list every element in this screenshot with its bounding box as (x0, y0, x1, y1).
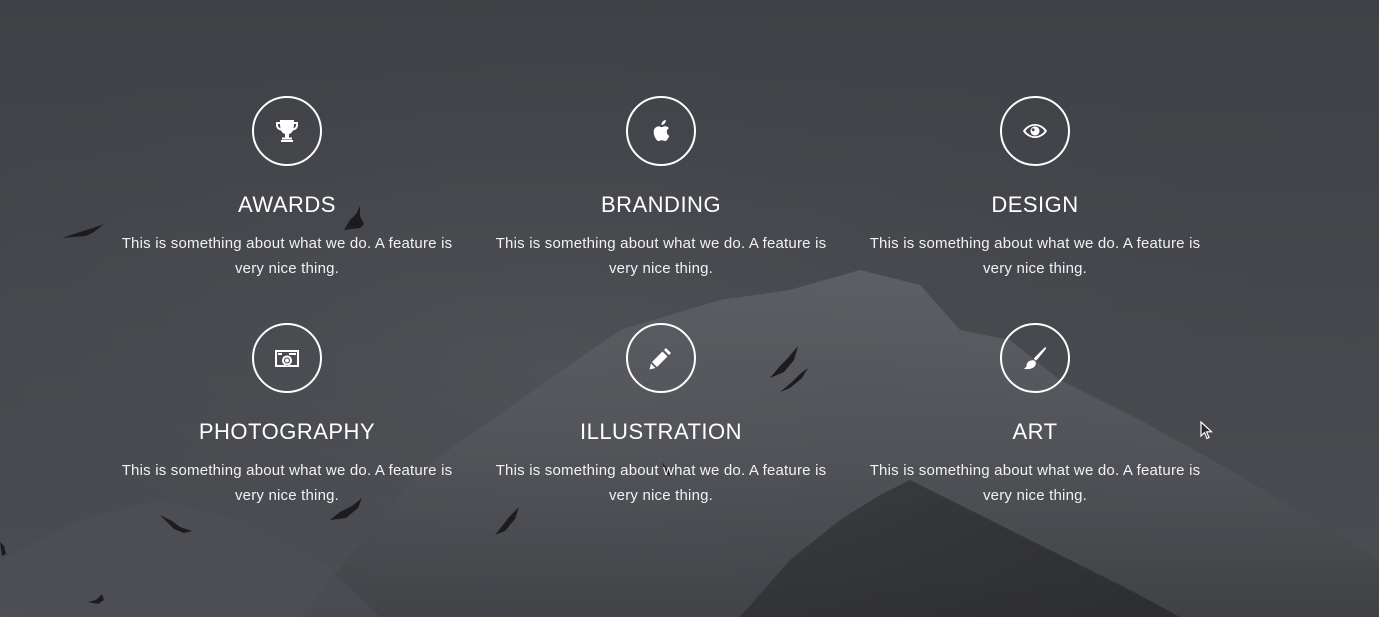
mouse-cursor-icon (1200, 421, 1214, 440)
feature-art: ART This is something about what we do. … (848, 323, 1222, 550)
feature-description: This is something about what we do. A fe… (121, 462, 453, 504)
feature-title: AWARDS (238, 192, 336, 217)
feature-title: ILLUSTRATION (579, 419, 743, 444)
feature-description: This is something about what we do. A fe… (495, 462, 827, 504)
features-grid: AWARDS This is something about what we d… (100, 96, 1222, 550)
apple-icon (653, 120, 670, 142)
camera-icon (275, 350, 299, 367)
awards-icon-circle (252, 96, 322, 166)
feature-description: This is something about what we do. A fe… (869, 462, 1201, 504)
paintbrush-icon (1023, 347, 1047, 370)
photography-icon-circle (252, 323, 322, 393)
feature-title: DESIGN (991, 192, 1079, 217)
feature-description: This is something about what we do. A fe… (121, 235, 453, 277)
branding-icon-circle (626, 96, 696, 166)
feature-title: BRANDING (600, 192, 722, 217)
feature-photography: PHOTOGRAPHY This is something about what… (100, 323, 474, 550)
design-icon-circle (1000, 96, 1070, 166)
feature-branding: BRANDING This is something about what we… (474, 96, 848, 323)
illustration-icon-circle (626, 323, 696, 393)
feature-title: PHOTOGRAPHY (198, 419, 376, 444)
feature-design: DESIGN This is something about what we d… (848, 96, 1222, 323)
eye-icon (1023, 124, 1047, 138)
art-icon-circle (1000, 323, 1070, 393)
feature-awards: AWARDS This is something about what we d… (100, 96, 474, 323)
feature-title: ART (1012, 419, 1058, 444)
pencil-icon (649, 348, 671, 370)
trophy-icon (276, 120, 298, 142)
feature-description: This is something about what we do. A fe… (495, 235, 827, 277)
feature-illustration: ILLUSTRATION This is something about wha… (474, 323, 848, 550)
feature-description: This is something about what we do. A fe… (869, 235, 1201, 277)
